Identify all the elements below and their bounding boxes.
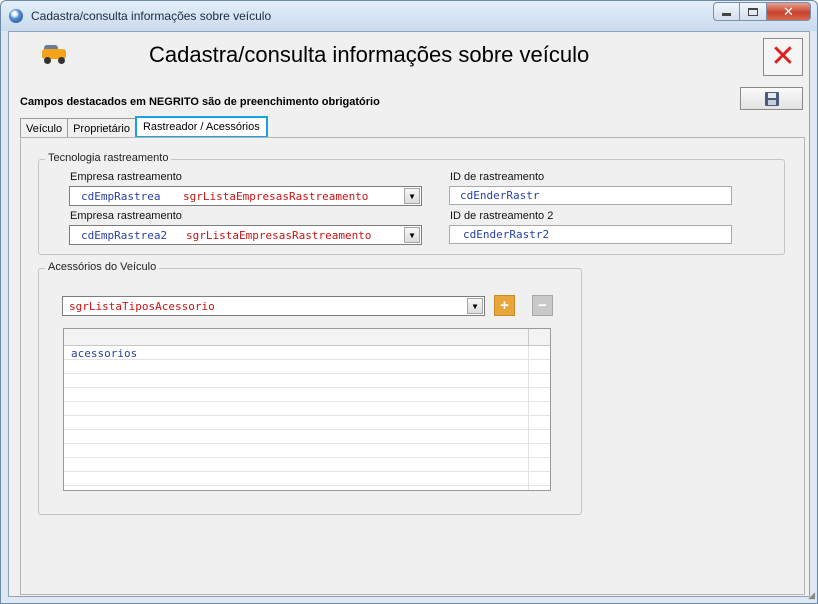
table-row[interactable] [64, 361, 550, 374]
window-controls: ✕ [713, 2, 811, 21]
minimize-icon [722, 13, 731, 16]
company2-list: sgrListaEmpresasRastreamento [186, 229, 372, 242]
company2-code: cdEmpRastrea2 [81, 229, 168, 242]
chevron-down-icon[interactable]: ▼ [467, 298, 483, 314]
table-row[interactable] [64, 459, 550, 472]
company2-label: Empresa rastreamento [70, 210, 182, 222]
tracking-id1-label: ID de rastreamento [450, 171, 545, 183]
tab-rastreador-acessorios[interactable]: Rastreador / Acessórios [134, 116, 268, 138]
company1-label: Empresa rastreamento [70, 171, 182, 183]
close-icon: ✕ [770, 39, 796, 74]
accessory-type-list: sgrListaTiposAcessorio [69, 300, 215, 313]
table-row[interactable] [64, 403, 550, 416]
tracking-id2-input[interactable]: cdEnderRastr2 [449, 225, 732, 244]
accessories-group-legend: Acessórios do Veículo [45, 261, 160, 273]
remove-accessory-button[interactable]: − [532, 295, 553, 316]
chevron-down-icon[interactable]: ▼ [404, 227, 420, 243]
accessories-grid[interactable]: acessorios [63, 328, 551, 491]
plus-icon: + [500, 297, 509, 314]
window-close-button[interactable]: ✕ [767, 2, 811, 21]
grid-cell-accessory[interactable]: acessorios [71, 347, 137, 360]
table-row[interactable] [64, 445, 550, 458]
close-icon: ✕ [783, 3, 794, 19]
tracking-group: Tecnologia rastreamento Empresa rastream… [38, 152, 785, 255]
table-row[interactable] [64, 417, 550, 430]
application-window: Cadastra/consulta informações sobre veíc… [0, 0, 818, 604]
floppy-disk-icon [764, 91, 779, 106]
company1-select[interactable]: cdEmpRastrea sgrListaEmpresasRastreament… [69, 186, 422, 206]
maximize-icon [748, 7, 758, 16]
window-title: Cadastra/consulta informações sobre veíc… [31, 9, 272, 23]
company1-list: sgrListaEmpresasRastreamento [183, 190, 369, 203]
maximize-button[interactable] [740, 2, 767, 21]
vehicle-icon [39, 42, 69, 66]
company2-select[interactable]: cdEmpRastrea2 sgrListaEmpresasRastreamen… [69, 225, 422, 245]
table-row[interactable] [64, 389, 550, 402]
form-client-area: Cadastra/consulta informações sobre veíc… [8, 31, 810, 597]
globe-icon [9, 9, 23, 23]
close-form-button[interactable]: ✕ [763, 38, 803, 76]
title-bar[interactable]: Cadastra/consulta informações sobre veíc… [1, 1, 817, 31]
company1-code: cdEmpRastrea [81, 190, 161, 203]
table-row[interactable] [64, 375, 550, 388]
page-title: Cadastra/consulta informações sobre veíc… [149, 42, 590, 67]
table-row[interactable] [64, 473, 550, 486]
tab-strip: Veículo Proprietário Rastreador / Acessó… [20, 116, 268, 138]
tab-proprietario[interactable]: Proprietário [67, 118, 136, 138]
tracking-id2-label: ID de rastreamento 2 [450, 210, 554, 222]
save-button[interactable] [740, 87, 803, 110]
minimize-button[interactable] [713, 2, 740, 21]
accessory-type-select[interactable]: sgrListaTiposAcessorio ▼ [62, 296, 485, 316]
table-row[interactable] [64, 431, 550, 444]
tracking-id1-input[interactable]: cdEnderRastr [449, 186, 732, 205]
minus-icon: − [538, 297, 547, 314]
tab-veiculo[interactable]: Veículo [20, 118, 69, 138]
chevron-down-icon[interactable]: ▼ [404, 188, 420, 204]
required-fields-note: Campos destacados em NEGRITO são de pree… [20, 96, 380, 108]
accessories-group: Acessórios do Veículo sgrListaTiposAcess… [38, 261, 582, 515]
add-accessory-button[interactable]: + [494, 295, 515, 316]
tab-panel-rastreador: Tecnologia rastreamento Empresa rastream… [20, 137, 805, 595]
resize-grip-icon[interactable]: ◢ [808, 590, 815, 601]
grid-header [64, 329, 550, 346]
tracking-group-legend: Tecnologia rastreamento [45, 152, 172, 164]
